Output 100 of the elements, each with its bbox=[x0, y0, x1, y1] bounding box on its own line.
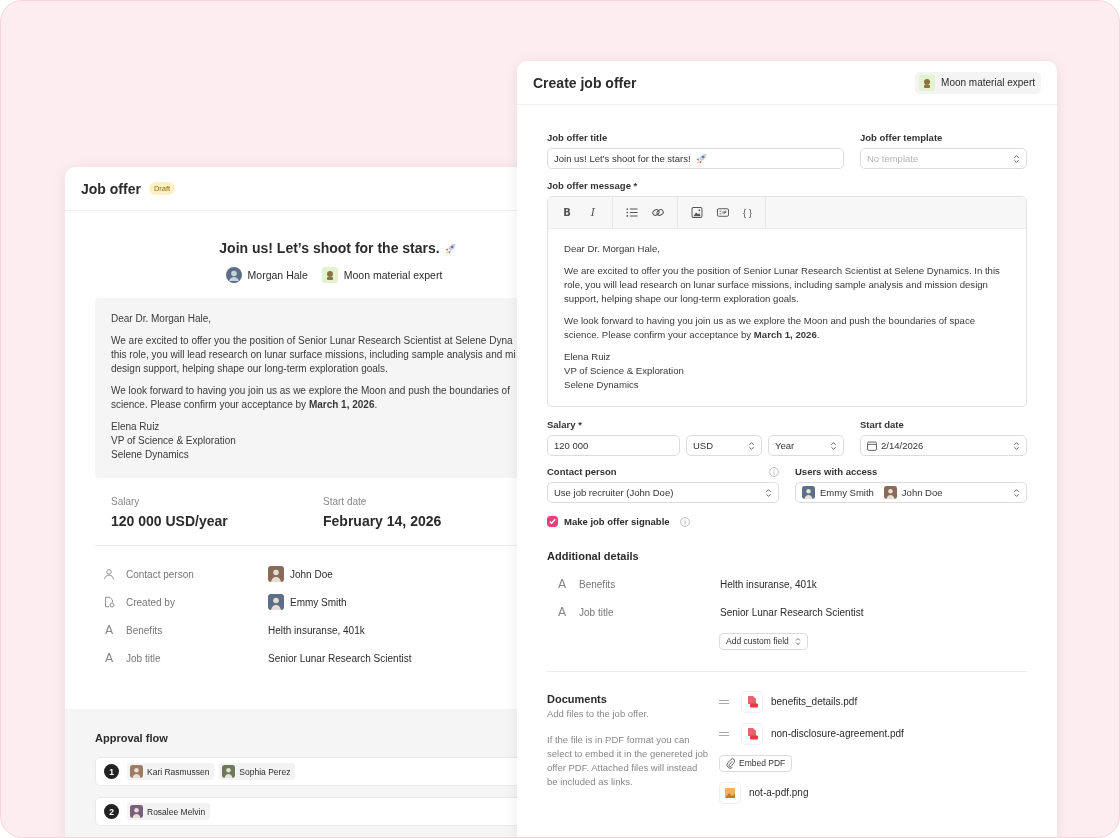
message-paragraph: Elena Ruiz VP of Science & Exploration Selene Dynamics bbox=[564, 350, 685, 392]
paperclip-icon bbox=[726, 757, 735, 769]
avatar-icon bbox=[802, 486, 815, 499]
letter-paragraph: Dear Dr. Morgan Hale, bbox=[111, 312, 213, 326]
role-name: Moon material expert bbox=[343, 269, 443, 281]
italic-button[interactable]: I bbox=[587, 206, 599, 219]
avatar-icon bbox=[130, 805, 143, 818]
summary-label: Start date bbox=[323, 496, 368, 507]
detail-label: Benefits bbox=[126, 624, 164, 636]
list-icon[interactable] bbox=[626, 207, 638, 218]
summary-value: February 14, 2026 bbox=[323, 513, 443, 529]
avatar-icon bbox=[883, 486, 897, 499]
detail-value: Helth insuranse, 401k bbox=[268, 624, 365, 636]
detail-value: Emmy Smith bbox=[290, 596, 347, 608]
bold-button[interactable]: B bbox=[561, 207, 573, 218]
document-icon bbox=[103, 596, 115, 608]
avatar-icon bbox=[225, 267, 242, 283]
role-name: Moon material expert bbox=[941, 77, 1035, 88]
approver-name: Sophia Perez bbox=[239, 766, 291, 777]
calendar-icon bbox=[867, 440, 877, 451]
drag-handle-icon[interactable] bbox=[719, 698, 729, 705]
field-label: Contact person bbox=[547, 466, 617, 477]
detail-label: Contact person bbox=[126, 568, 195, 580]
text-field-icon: A bbox=[556, 605, 568, 619]
text-field-icon: A bbox=[103, 623, 115, 637]
approver-name: Rosalee Melvin bbox=[147, 806, 206, 817]
section-title: Additional details bbox=[547, 550, 640, 562]
message-editor[interactable] bbox=[547, 196, 1027, 407]
pdf-file-icon bbox=[741, 722, 763, 745]
detail-value: Senior Lunar Research Scientist bbox=[268, 652, 412, 664]
checkbox[interactable] bbox=[547, 516, 558, 527]
field-label: Job offer title bbox=[547, 132, 609, 143]
detail-label: Job title bbox=[126, 652, 162, 664]
chevron-icon bbox=[794, 636, 801, 646]
users-select[interactable]: Emmy Smith John Doe bbox=[795, 482, 1027, 503]
drag-handle-icon[interactable] bbox=[719, 730, 729, 737]
person-icon bbox=[103, 568, 115, 580]
contact-select[interactable]: Use job recruiter (John Doe) bbox=[547, 482, 779, 503]
field-label: Job offer template bbox=[860, 132, 944, 143]
avatar-icon bbox=[268, 594, 284, 610]
code-button[interactable]: { } bbox=[743, 207, 752, 218]
avatar-icon bbox=[268, 566, 284, 582]
window-title: Job offer bbox=[81, 180, 141, 197]
approver-name: Kari Rasmussen bbox=[147, 766, 210, 777]
chevron-icon bbox=[1013, 153, 1020, 164]
gif-icon[interactable] bbox=[717, 207, 729, 218]
chevron-icon bbox=[1013, 487, 1020, 498]
summary-label: Salary bbox=[111, 496, 141, 507]
avatar-icon bbox=[222, 765, 236, 778]
file-name: non-disclosure-agreement.pdf bbox=[771, 728, 904, 739]
rocket-icon bbox=[443, 241, 457, 255]
letter-paragraph: Elena Ruiz VP of Science & Exploration Selene Dynamics bbox=[111, 420, 237, 462]
file-name: not-a-pdf.png bbox=[749, 787, 809, 798]
offer-title: Join us! Let’s shoot for the stars. bbox=[219, 240, 440, 256]
person-icon bbox=[321, 267, 338, 283]
rocket-icon bbox=[694, 152, 708, 165]
avatar-icon bbox=[130, 765, 143, 778]
link-icon[interactable] bbox=[652, 207, 664, 218]
person-icon bbox=[919, 74, 936, 91]
section-title: Approval flow bbox=[95, 732, 169, 744]
date-picker[interactable]: 2/14/2026 bbox=[860, 435, 1027, 456]
field-label: Start date bbox=[860, 419, 905, 430]
step-number: 1 bbox=[104, 764, 119, 779]
detail-label: Created by bbox=[126, 596, 176, 608]
message-paragraph: We are excited to offer you the position of Senior Lunar Research Scientist at Selene Dynamics. In this role, you will lead research on lunar surface missions, including sample analysis and mission design support, helping shape our long-term exploration goals. bbox=[564, 264, 1001, 306]
file-name: benefits_details.pdf bbox=[771, 696, 858, 707]
detail-value: Helth insuranse, 401k bbox=[720, 578, 817, 590]
message-paragraph: Dear Dr. Morgan Hale, bbox=[564, 242, 661, 256]
section-description: Add files to the job offer. bbox=[547, 706, 650, 721]
field-label: Users with access bbox=[795, 466, 879, 477]
title-input[interactable]: Join us! Let’s shoot for the stars! bbox=[547, 148, 844, 169]
chevron-icon bbox=[1013, 440, 1020, 451]
letter-paragraph: We look forward to having you join us as we explore the Moon and push the boundaries of science. Please confirm your acceptance by March 1, 2026. bbox=[111, 384, 511, 412]
message-paragraph: We look forward to having you join us as we explore the Moon and push the boundaries of space science. Please confirm your acceptance by March 1, 2026. bbox=[564, 314, 976, 342]
add-custom-field-button[interactable]: Add custom field bbox=[719, 632, 808, 650]
section-description: If the file is in PDF format you can select to embed it in the genereted job offer PDF. Attached files will instead be included as links. bbox=[547, 732, 709, 789]
embed-pdf-button[interactable]: Embed PDF bbox=[719, 754, 793, 772]
field-label: Job offer message * bbox=[547, 180, 639, 191]
detail-label: Benefits bbox=[579, 578, 617, 590]
salary-input[interactable]: 120 000 bbox=[547, 435, 680, 456]
pdf-file-icon bbox=[741, 690, 763, 713]
candidate-name: Morgan Hale bbox=[247, 269, 308, 281]
currency-select[interactable]: USD bbox=[686, 435, 762, 456]
window-title: Create job offer bbox=[533, 74, 637, 91]
detail-label: Job title bbox=[579, 606, 615, 618]
image-file-icon bbox=[719, 781, 741, 804]
chevron-icon bbox=[748, 440, 755, 451]
letter-paragraph: We are excited to offer you the position of Senior Lunar Research Scientist at Selene Dyna this role, you will lead research on lunar surface missions, including sample analysis and mi design support, helping shape our long-term exploration goals. bbox=[111, 334, 517, 376]
checkbox-label: Make job offer signable bbox=[564, 516, 670, 527]
chevron-icon bbox=[830, 440, 837, 451]
section-title: Documents bbox=[547, 692, 607, 705]
text-field-icon: A bbox=[556, 577, 568, 591]
chevron-icon bbox=[765, 487, 772, 498]
detail-value: John Doe bbox=[290, 568, 333, 580]
field-label: Salary * bbox=[547, 419, 583, 430]
period-select[interactable]: Year bbox=[768, 435, 844, 456]
image-icon[interactable] bbox=[691, 207, 703, 218]
summary-value: 120 000 USD/year bbox=[111, 513, 229, 529]
text-field-icon: A bbox=[103, 651, 115, 665]
step-number: 2 bbox=[104, 804, 119, 819]
